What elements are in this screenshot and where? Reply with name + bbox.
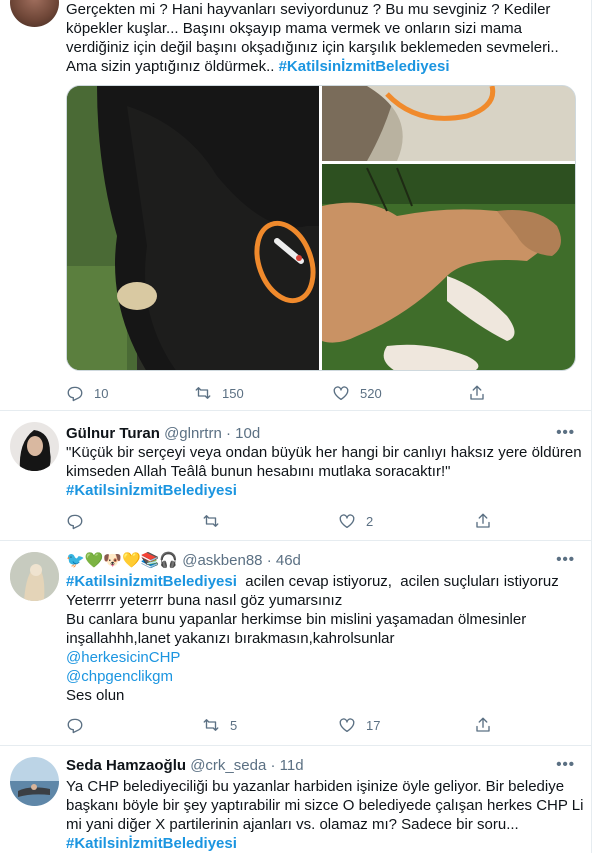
share-button[interactable] bbox=[474, 511, 492, 531]
tweet-divider bbox=[0, 745, 591, 746]
more-icon[interactable]: ••• bbox=[556, 551, 575, 568]
avatar-seda-hamzaoglu[interactable] bbox=[10, 757, 59, 806]
share-icon bbox=[476, 513, 490, 528]
reply-icon bbox=[67, 718, 83, 734]
tweet-1-text: Gerçekten mi ? Hani hayvanları seviyordu… bbox=[66, 1, 559, 75]
tweet-1-actions: 10 150 520 bbox=[66, 383, 486, 403]
share-button[interactable] bbox=[468, 383, 486, 403]
retweet-button[interactable]: 150 bbox=[194, 383, 244, 403]
tweet-3-text: #KatilsinİzmitBelediyesi acilen cevap is… bbox=[66, 573, 559, 704]
like-icon bbox=[339, 514, 355, 529]
user-handle[interactable]: @crk_seda bbox=[190, 757, 266, 774]
tweet-4-header: Seda Hamzaoğlu @crk_seda · 11d bbox=[66, 757, 304, 774]
reply-icon bbox=[67, 514, 83, 530]
retweet-icon bbox=[195, 387, 211, 399]
avatar-tweet-1[interactable] bbox=[10, 0, 59, 27]
display-name[interactable]: Seda Hamzaoğlu bbox=[66, 757, 186, 774]
display-name[interactable]: 🐦💚🐶💛📚🎧 bbox=[66, 552, 178, 569]
avatar-gulnur-turan[interactable] bbox=[10, 422, 59, 471]
tweet-4-text: Ya CHP belediyeciliği bu yazanlar harbid… bbox=[66, 778, 584, 852]
retweet-button[interactable] bbox=[202, 511, 230, 531]
hashtag-link[interactable]: #KatilsinİzmitBelediyesi bbox=[66, 835, 237, 852]
mention-link[interactable]: @herkesicinCHP bbox=[66, 649, 180, 666]
timestamp[interactable]: 10d bbox=[235, 425, 260, 442]
reply-button[interactable]: 10 bbox=[66, 383, 108, 403]
timeline-border bbox=[591, 0, 597, 853]
tweet-1-photo-grid[interactable] bbox=[66, 85, 576, 371]
tweet-2-text: "Küçük bir serçeyi veya ondan büyük her … bbox=[66, 444, 582, 499]
share-icon bbox=[476, 717, 490, 732]
avatar-askben88[interactable] bbox=[10, 552, 59, 601]
tweet-divider bbox=[0, 540, 591, 541]
tweet-3-header: 🐦💚🐶💛📚🎧 @askben88 · 46d bbox=[66, 552, 301, 569]
hashtag-link[interactable]: #KatilsinİzmitBelediyesi bbox=[279, 58, 450, 75]
photo-grid bbox=[67, 86, 576, 371]
photo-black-dog[interactable] bbox=[67, 86, 323, 371]
tweet-2-actions: 2 bbox=[66, 511, 490, 531]
reply-button[interactable] bbox=[66, 511, 94, 531]
tweet-divider bbox=[0, 410, 591, 411]
like-button[interactable]: 2 bbox=[338, 511, 373, 531]
photo-tan-dog[interactable] bbox=[322, 164, 576, 371]
reply-button[interactable] bbox=[66, 715, 94, 735]
user-handle[interactable]: @askben88 bbox=[182, 552, 262, 569]
like-button[interactable]: 17 bbox=[338, 715, 380, 735]
hashtag-link[interactable]: #KatilsinİzmitBelediyesi bbox=[66, 482, 237, 499]
tweet-2-header: Gülnur Turan @glnrtrn · 10d bbox=[66, 425, 261, 442]
retweet-button[interactable]: 5 bbox=[202, 715, 237, 735]
display-name[interactable]: Gülnur Turan bbox=[66, 425, 160, 442]
share-icon bbox=[470, 385, 484, 400]
like-icon bbox=[333, 386, 349, 401]
like-icon bbox=[339, 718, 355, 733]
share-button[interactable] bbox=[474, 715, 492, 735]
retweet-icon bbox=[203, 515, 219, 527]
like-button[interactable]: 520 bbox=[332, 383, 382, 403]
timestamp[interactable]: 46d bbox=[276, 552, 301, 569]
timestamp[interactable]: 11d bbox=[280, 757, 304, 774]
more-icon[interactable]: ••• bbox=[556, 756, 575, 773]
photo-light-dog[interactable] bbox=[322, 86, 576, 161]
mention-link[interactable]: @chpgenclikgm bbox=[66, 668, 173, 685]
reply-icon bbox=[67, 386, 83, 402]
user-handle[interactable]: @glnrtrn bbox=[164, 425, 222, 442]
more-icon[interactable]: ••• bbox=[556, 424, 575, 441]
tweet-3-actions: 5 17 bbox=[66, 715, 490, 735]
hashtag-link[interactable]: #KatilsinİzmitBelediyesi bbox=[66, 573, 237, 590]
retweet-icon bbox=[203, 719, 219, 731]
